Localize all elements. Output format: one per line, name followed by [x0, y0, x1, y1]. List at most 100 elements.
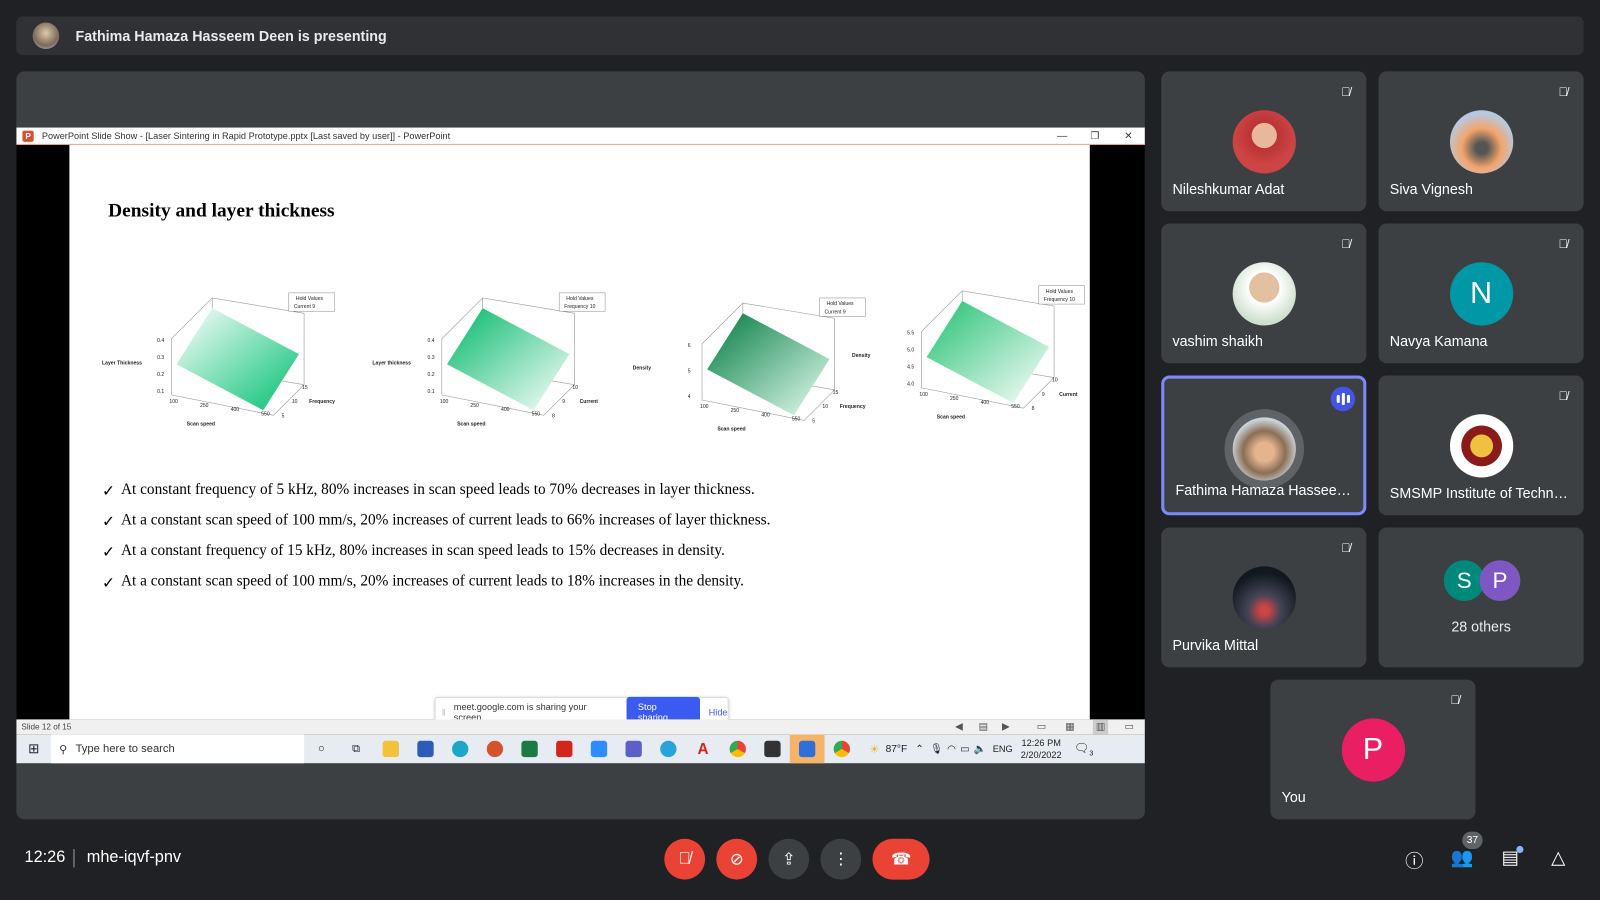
reading-view-icon[interactable]: ▥ [1092, 719, 1109, 735]
y-tick: 0.4 [157, 338, 164, 344]
restore-button[interactable]: ❐ [1080, 128, 1111, 145]
y-tick: 5.5 [907, 331, 914, 337]
participant-tile[interactable]: SMSMP Institute of Technology 🎙̸ [1378, 375, 1584, 516]
language-indicator[interactable]: ENG [993, 744, 1013, 754]
volume-icon[interactable]: 🔈 [974, 743, 987, 754]
windows-start-icon[interactable]: ⊞ [16, 741, 51, 757]
cortana-icon[interactable]: ○ [304, 735, 339, 764]
battery-icon[interactable]: ▭ [960, 743, 970, 754]
participant-tile[interactable]: S P 28 others [1378, 527, 1584, 668]
mic-tray-icon[interactable]: 🎙 [930, 743, 943, 754]
normal-view-icon[interactable]: ▭ [1037, 719, 1047, 734]
participant-tile[interactable]: N Navya Kamana 🎙̸ [1378, 223, 1584, 364]
notifications-icon[interactable]: 🗨3 [1074, 741, 1094, 758]
activities-icon[interactable]: △ [1545, 847, 1572, 874]
participant-tile[interactable]: Siva Vignesh 🎙̸ [1378, 71, 1584, 212]
bullet: ✓ At a constant frequency of 15 kHz, 80% … [102, 543, 725, 562]
taskbar-search[interactable]: ⚲ Type here to search [51, 734, 305, 764]
task-view-icon[interactable]: ⧉ [339, 735, 374, 764]
surface-plot-3: Density654100250400550Scan speed51015Fre… [633, 297, 866, 433]
microphone-toggle-button[interactable]: 🎙̸ [664, 838, 706, 880]
surface [926, 301, 1049, 404]
participant-tile[interactable]: Nileshkumar Adat 🎙̸ [1161, 71, 1367, 212]
y-tick: 0.4 [428, 338, 435, 344]
excel-icon[interactable] [512, 735, 547, 764]
next-icon[interactable]: ▶ [1002, 719, 1010, 734]
minimize-button[interactable]: — [1047, 128, 1078, 145]
y-tick: 0.2 [428, 372, 435, 378]
divider [73, 848, 75, 868]
more-options-button[interactable]: ⋮ [820, 838, 862, 880]
mic-muted-icon: 🎙̸ [1335, 233, 1357, 255]
presenter-avatar [32, 22, 60, 49]
chrome-icon[interactable] [720, 735, 755, 764]
word-icon[interactable] [408, 735, 443, 764]
slide-menu-icon[interactable]: ▤ [979, 719, 989, 734]
active-app-icon[interactable] [789, 734, 825, 764]
x-tick: 550 [261, 411, 270, 417]
present-button[interactable]: ⇪ [768, 838, 810, 880]
avatar: N [1449, 262, 1513, 326]
y-tick: 6 [688, 343, 691, 349]
z-tick: 15 [302, 385, 308, 391]
y-tick: 5 [688, 368, 691, 374]
x-axis-label: Scan speed [717, 427, 745, 433]
slideshow-icon[interactable]: ▭ [1124, 719, 1134, 734]
wifi-icon[interactable]: ◠ [947, 743, 956, 754]
zoom-icon[interactable] [582, 735, 617, 764]
mic-off-icon: 🎙̸ [678, 849, 691, 868]
drag-handle-icon[interactable]: ‖ [442, 707, 446, 717]
presentation-stage: P PowerPoint Slide Show - [Laser Sinteri… [16, 71, 1145, 820]
z-tick: 8 [1032, 406, 1035, 412]
z-tick: 9 [1042, 392, 1045, 398]
powerpoint-taskbar-icon[interactable] [478, 735, 513, 764]
avatar [1449, 110, 1513, 174]
telegram-icon[interactable] [651, 735, 686, 764]
chrome-icon[interactable] [824, 735, 859, 764]
tray-chevron-icon[interactable]: ⌃ [915, 743, 924, 754]
y-tick: 4 [688, 394, 691, 400]
teams-icon[interactable] [616, 735, 651, 764]
leave-call-button[interactable]: ☎ [872, 838, 930, 880]
chat-notification-dot [1516, 845, 1524, 854]
z-tick: 10 [1052, 378, 1058, 384]
weather-temp[interactable]: 87°F [886, 743, 908, 754]
clock[interactable]: 12:26 PM 2/20/2022 [1021, 737, 1062, 761]
hold-values-value: Frequency 10 [1044, 297, 1075, 303]
edge-icon[interactable] [443, 735, 478, 764]
acrobat-icon[interactable] [547, 735, 582, 764]
participant-name: Nileshkumar Adat [1172, 180, 1285, 197]
participant-name: vashim shaikh [1172, 332, 1263, 349]
x-axis-label: Scan speed [457, 422, 485, 428]
speaking-indicator-icon [1330, 386, 1356, 412]
x-tick: 550 [792, 416, 801, 422]
search-icon: ⚲ [59, 743, 68, 756]
camera-off-icon: ⊘ [729, 851, 744, 869]
acrobat-reader-icon[interactable]: A [686, 735, 721, 764]
x-tick: 550 [1011, 404, 1020, 410]
people-icon[interactable]: 👥 [1449, 847, 1476, 874]
bullet: ✓ At constant frequency of 5 kHz, 80% inc… [102, 482, 755, 501]
z-axis-label: Current [1059, 392, 1078, 398]
participant-tile[interactable]: Fathima Hamaza Hasseem Deen [1161, 375, 1367, 516]
previous-icon[interactable]: ◀ [955, 719, 963, 734]
avatar [1232, 262, 1296, 326]
hide-button[interactable]: Hide [709, 707, 728, 717]
weather-icon: ☀ [869, 743, 880, 756]
participant-tile[interactable]: P You 🎙̸ [1270, 679, 1476, 820]
z-tick: 5 [282, 413, 285, 419]
sorter-view-icon[interactable]: ▦ [1065, 719, 1075, 734]
bullet: ✓ At a constant scan speed of 100 mm/s, 2… [102, 573, 744, 592]
camera-toggle-button[interactable]: ⊘ [716, 838, 758, 880]
meeting-info-icon[interactable]: ⓘ [1401, 847, 1428, 874]
check-icon: ✓ [102, 575, 115, 592]
z-tick: 5 [812, 418, 815, 424]
participant-tile[interactable]: vashim shaikh 🎙̸ [1161, 223, 1367, 364]
participant-tile[interactable]: Purvika Mittal 🎙̸ [1161, 527, 1367, 668]
file-explorer-icon[interactable] [373, 735, 408, 764]
sticky-notes-icon[interactable] [755, 735, 790, 764]
ppt-title: PowerPoint Slide Show - [Laser Sintering… [41, 130, 451, 141]
close-button[interactable]: ✕ [1113, 128, 1144, 145]
x-tick: 100 [700, 404, 709, 410]
slide-counter: Slide 12 of 15 [21, 722, 72, 732]
